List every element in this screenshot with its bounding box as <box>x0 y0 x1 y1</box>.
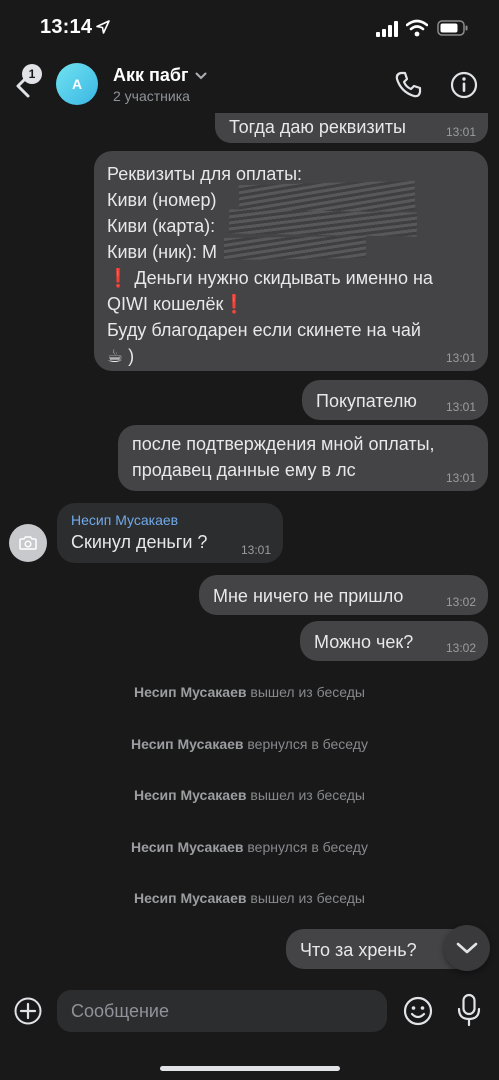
system-message: Несип Мусакаев вышел из беседы <box>0 787 499 803</box>
camera-icon <box>19 536 37 550</box>
sender-name[interactable]: Несип Мусакаев <box>71 511 269 529</box>
message-text: Скинул деньги ? <box>71 532 208 552</box>
message-bubble-outgoing[interactable]: Мне ничего не пришло 13:02 <box>199 575 488 615</box>
message-time: 13:02 <box>445 641 476 655</box>
message-bubble-outgoing[interactable]: Можно чек? 13:02 <box>300 621 488 661</box>
chat-title-text: Акк пабг <box>113 65 189 85</box>
message-line: Буду благодарен если скинете на чай <box>107 320 421 340</box>
chat-title[interactable]: Акк пабг <box>113 65 207 86</box>
chat-avatar[interactable]: A <box>56 63 98 105</box>
system-message: Несип Мусакаев вернулся в беседу <box>0 839 499 855</box>
message-time: 13:01 <box>240 543 271 557</box>
system-action: вернулся в беседу <box>247 839 368 855</box>
smile-icon[interactable] <box>402 995 434 1027</box>
info-icon[interactable] <box>449 70 479 100</box>
chevron-down-icon <box>195 72 207 79</box>
message-input[interactable] <box>57 990 387 1032</box>
wifi-icon <box>406 19 428 37</box>
status-time: 13:14 <box>40 16 93 38</box>
system-user-name[interactable]: Несип Мусакаев <box>131 736 243 752</box>
scroll-down-icon <box>456 942 478 954</box>
system-action: вышел из беседы <box>250 890 365 906</box>
microphone-icon[interactable] <box>455 993 483 1027</box>
system-message: Несип Мусакаев вышел из беседы <box>0 890 499 906</box>
message-text: Мне ничего не пришло <box>213 586 404 606</box>
redaction-scribble <box>223 236 367 260</box>
system-user-name[interactable]: Несип Мусакаев <box>134 890 246 906</box>
message-time: 13:01 <box>445 471 476 485</box>
message-time: 13:01 <box>445 351 476 365</box>
home-indicator[interactable] <box>160 1066 340 1071</box>
message-bubble-incoming[interactable]: Несип Мусакаев Скинул деньги ? 13:01 <box>57 503 283 563</box>
message-time: 13:02 <box>445 595 476 609</box>
message-text: Тогда даю реквизиты <box>229 117 406 137</box>
phone-icon[interactable] <box>393 70 423 100</box>
signal-icon <box>376 21 398 37</box>
system-user-name[interactable]: Несип Мусакаев <box>131 839 243 855</box>
message-bubble-outgoing[interactable]: Тогда даю реквизиты 13:01 <box>215 113 488 143</box>
message-line: QIWI кошелёк❗ <box>107 294 246 314</box>
sender-avatar[interactable] <box>9 524 47 562</box>
message-line: ☕ ) <box>107 346 135 366</box>
system-action: вышел из беседы <box>250 787 365 803</box>
system-message: Несип Мусакаев вышел из беседы <box>0 684 499 700</box>
chat-header: 1 A Акк пабг 2 участника <box>0 56 499 112</box>
message-composer <box>0 984 499 1044</box>
system-user-name[interactable]: Несип Мусакаев <box>134 787 246 803</box>
scroll-down-button[interactable] <box>444 925 490 971</box>
message-line: после подтверждения мной оплаты, <box>132 434 435 454</box>
message-line: продавец данные ему в лс <box>132 460 356 480</box>
message-bubble-outgoing[interactable]: после подтверждения мной оплаты, продаве… <box>118 425 488 491</box>
redaction-scribble <box>228 209 418 237</box>
status-bar: 13:14 <box>0 0 499 56</box>
chat-subtitle: 2 участника <box>113 88 190 104</box>
system-action: вышел из беседы <box>250 684 365 700</box>
message-time: 13:01 <box>445 125 476 139</box>
battery-icon <box>437 20 468 36</box>
location-arrow-icon <box>96 20 110 34</box>
system-action: вернулся в беседу <box>247 736 368 752</box>
message-bubble-outgoing[interactable]: Реквизиты для оплаты: Киви (номер) Киви … <box>94 151 488 371</box>
plus-icon[interactable] <box>13 996 43 1026</box>
message-time: 13:01 <box>445 400 476 414</box>
message-line: ❗ Деньги нужно скидывать именно на <box>107 268 433 288</box>
message-bubble-outgoing[interactable]: Покупателю 13:01 <box>302 380 488 420</box>
system-user-name[interactable]: Несип Мусакаев <box>134 684 246 700</box>
unread-badge: 1 <box>22 64 42 84</box>
system-message: Несип Мусакаев вернулся в беседу <box>0 736 499 752</box>
